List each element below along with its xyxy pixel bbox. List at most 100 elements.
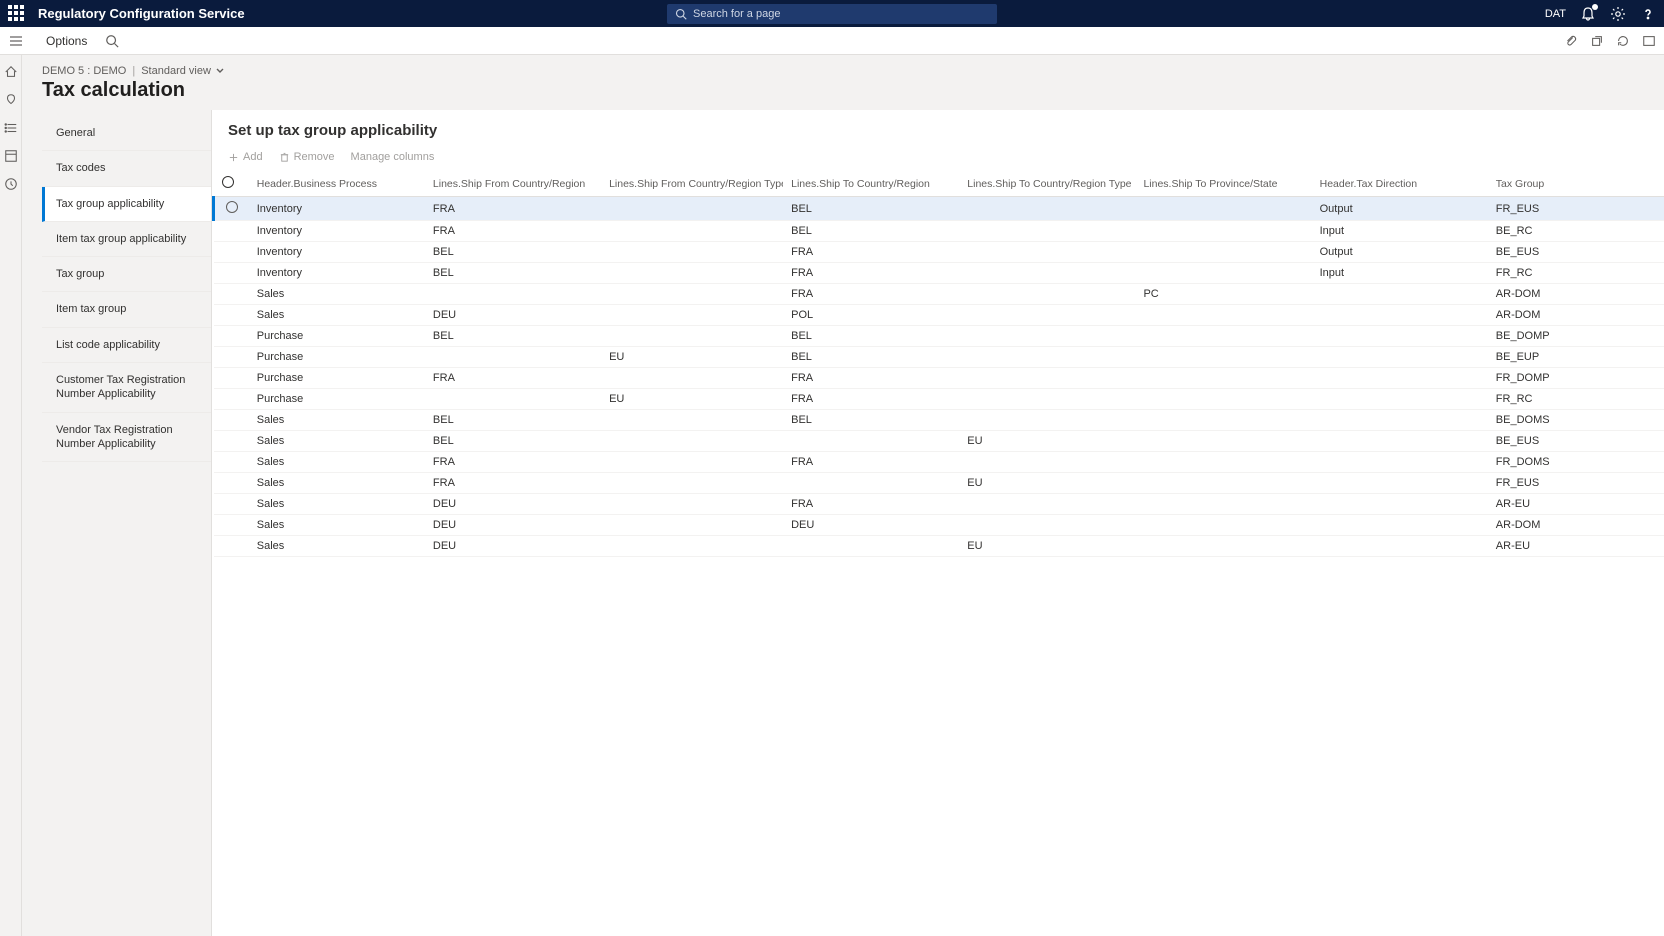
cell[interactable]: DEU	[783, 515, 959, 536]
cell[interactable]: Inventory	[249, 242, 425, 263]
cell[interactable]: BE_DOMP	[1488, 326, 1664, 347]
cell[interactable]	[1135, 515, 1311, 536]
remove-button[interactable]: Remove	[279, 151, 335, 163]
cell[interactable]: BEL	[425, 431, 601, 452]
cell[interactable]	[601, 515, 783, 536]
refresh-icon[interactable]	[1616, 34, 1630, 48]
cell[interactable]: BE_EUP	[1488, 347, 1664, 368]
table-row[interactable]: InventoryFRABELInputBE_RC	[214, 221, 1664, 242]
global-search[interactable]: Search for a page	[667, 4, 997, 24]
cell[interactable]: AR-DOM	[1488, 515, 1664, 536]
table-row[interactable]: PurchaseEUFRAFR_RC	[214, 389, 1664, 410]
cell[interactable]	[601, 431, 783, 452]
column-header[interactable]: Lines.Ship To Country/Region	[783, 171, 959, 197]
cell[interactable]	[601, 368, 783, 389]
cell[interactable]: AR-DOM	[1488, 284, 1664, 305]
cell[interactable]	[601, 473, 783, 494]
cell[interactable]	[1135, 263, 1311, 284]
cell[interactable]	[1135, 242, 1311, 263]
cell[interactable]: FR_DOMS	[1488, 452, 1664, 473]
cell[interactable]: FR_RC	[1488, 263, 1664, 284]
table-row[interactable]: PurchaseEUBELBE_EUP	[214, 347, 1664, 368]
cell[interactable]	[783, 431, 959, 452]
table-row[interactable]: InventoryBELFRAInputFR_RC	[214, 263, 1664, 284]
cell[interactable]: FRA	[425, 221, 601, 242]
cell[interactable]: BEL	[425, 242, 601, 263]
cell[interactable]: Purchase	[249, 326, 425, 347]
cell[interactable]	[959, 284, 1135, 305]
cell[interactable]: EU	[601, 347, 783, 368]
sidenav-item[interactable]: Tax group applicability	[42, 187, 211, 222]
cell[interactable]	[1135, 197, 1311, 221]
help-icon[interactable]	[1640, 6, 1656, 22]
cell[interactable]	[959, 368, 1135, 389]
cell[interactable]	[1135, 536, 1311, 557]
table-row[interactable]: PurchaseBELBELBE_DOMP	[214, 326, 1664, 347]
cell[interactable]: AR-DOM	[1488, 305, 1664, 326]
cell[interactable]	[959, 494, 1135, 515]
sidenav-item[interactable]: Item tax group applicability	[42, 222, 211, 257]
cell[interactable]: FRA	[425, 197, 601, 221]
table-row[interactable]: SalesBELBELBE_DOMS	[214, 410, 1664, 431]
waffle-icon[interactable]	[8, 5, 26, 23]
cell[interactable]	[959, 242, 1135, 263]
cell[interactable]	[1135, 221, 1311, 242]
cell[interactable]: EU	[959, 431, 1135, 452]
cell[interactable]: BE_RC	[1488, 221, 1664, 242]
cell[interactable]: BEL	[783, 221, 959, 242]
table-row[interactable]: SalesFRAPCAR-DOM	[214, 284, 1664, 305]
table-row[interactable]: SalesDEUPOLAR-DOM	[214, 305, 1664, 326]
company-code[interactable]: DAT	[1545, 8, 1566, 20]
cell[interactable]: FRA	[783, 242, 959, 263]
cell[interactable]: BEL	[783, 410, 959, 431]
cell[interactable]: Sales	[249, 410, 425, 431]
cell[interactable]: FRA	[783, 263, 959, 284]
table-row[interactable]: SalesDEUDEUAR-DOM	[214, 515, 1664, 536]
cell[interactable]	[959, 263, 1135, 284]
cell[interactable]: POL	[783, 305, 959, 326]
hamburger-icon[interactable]	[8, 33, 24, 49]
cell[interactable]	[1312, 410, 1488, 431]
cell[interactable]	[959, 347, 1135, 368]
cell[interactable]: Sales	[249, 431, 425, 452]
cell[interactable]: BEL	[425, 326, 601, 347]
options-menu[interactable]: Options	[38, 30, 95, 52]
cell[interactable]	[1135, 494, 1311, 515]
cell[interactable]: BEL	[783, 326, 959, 347]
cell[interactable]: FRA	[783, 494, 959, 515]
table-row[interactable]: InventoryFRABELOutputFR_EUS	[214, 197, 1664, 221]
cell[interactable]	[1312, 431, 1488, 452]
notifications-icon[interactable]	[1580, 6, 1596, 22]
close-icon[interactable]	[1642, 34, 1656, 48]
cell[interactable]	[425, 389, 601, 410]
cell[interactable]: BE_DOMS	[1488, 410, 1664, 431]
cell[interactable]	[1135, 368, 1311, 389]
table-row[interactable]: SalesDEUFRAAR-EU	[214, 494, 1664, 515]
cell[interactable]: FRA	[783, 284, 959, 305]
table-row[interactable]: SalesFRAEUFR_EUS	[214, 473, 1664, 494]
cell[interactable]	[1312, 326, 1488, 347]
cell[interactable]	[783, 536, 959, 557]
cell[interactable]: Sales	[249, 305, 425, 326]
modules-icon[interactable]	[4, 149, 18, 163]
column-header[interactable]: Tax Group	[1488, 171, 1664, 197]
sidenav-item[interactable]: Tax codes	[42, 151, 211, 186]
cell[interactable]: Input	[1312, 263, 1488, 284]
cell[interactable]	[1135, 326, 1311, 347]
cell[interactable]: DEU	[425, 494, 601, 515]
cell[interactable]	[1312, 494, 1488, 515]
table-row[interactable]: SalesBEL EU BE_EUS	[214, 431, 1664, 452]
cell[interactable]	[1312, 515, 1488, 536]
sidenav-item[interactable]: Vendor Tax Registration Number Applicabi…	[42, 413, 211, 463]
add-button[interactable]: Add	[228, 151, 263, 163]
cell[interactable]	[1312, 473, 1488, 494]
page-search-icon[interactable]	[105, 34, 119, 48]
cell[interactable]: Sales	[249, 473, 425, 494]
cell[interactable]: BE_EUS	[1488, 431, 1664, 452]
cell[interactable]	[425, 284, 601, 305]
view-selector[interactable]: Standard view	[141, 65, 225, 77]
column-header[interactable]: Lines.Ship To Country/Region Type	[959, 171, 1135, 197]
cell[interactable]	[601, 452, 783, 473]
cell[interactable]	[1135, 452, 1311, 473]
recent-icon[interactable]	[4, 177, 18, 191]
